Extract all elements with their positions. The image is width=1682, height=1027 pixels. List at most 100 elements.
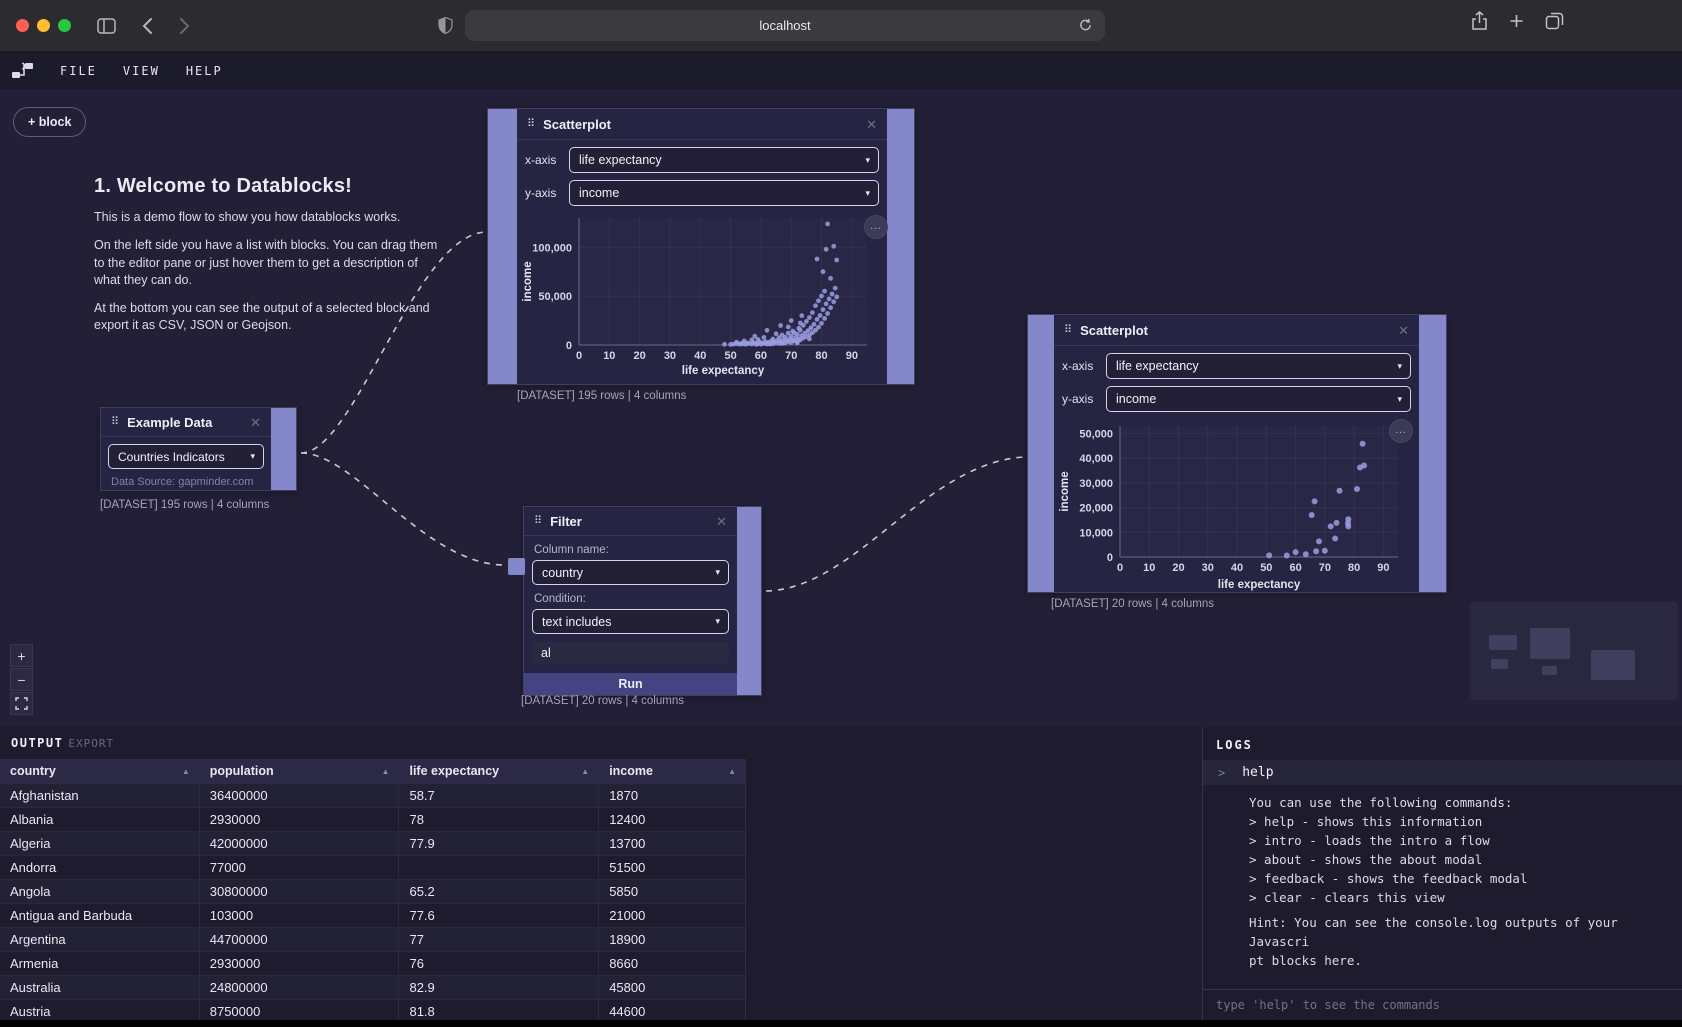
minimap-node	[1491, 659, 1508, 669]
share-icon[interactable]	[1471, 11, 1488, 36]
wire-exampledata-to-filter	[301, 453, 505, 565]
zoom-out-button[interactable]: −	[10, 668, 33, 691]
node-filter[interactable]: ⠿ Filter ✕ Column name: country ▾ Condit…	[523, 506, 762, 696]
dataset-select[interactable]: Countries Indicators ▾	[108, 444, 264, 469]
canvas-zoom-controls: + −	[10, 644, 33, 715]
table-row[interactable]: Algeria4200000077.913700	[0, 832, 745, 856]
table-row[interactable]: Afghanistan3640000058.71870	[0, 784, 745, 808]
table-row[interactable]: Australia2480000082.945800	[0, 976, 745, 1000]
node-title: Scatterplot	[543, 117, 866, 132]
column-select[interactable]: country ▾	[532, 560, 729, 585]
export-tab[interactable]: EXPORT	[68, 737, 114, 750]
column-header-life-expectancy[interactable]: life expectancy▲	[399, 759, 599, 783]
run-button[interactable]: Run	[524, 673, 737, 695]
close-window-button[interactable]	[16, 19, 29, 32]
y-axis-select[interactable]: income ▾	[1106, 386, 1411, 412]
drag-handle-icon[interactable]: ⠿	[111, 417, 119, 428]
table-row[interactable]: Antigua and Barbuda10300077.621000	[0, 904, 745, 928]
svg-text:0: 0	[1107, 552, 1113, 564]
input-handle[interactable]	[488, 109, 517, 384]
add-block-button[interactable]: + block	[13, 107, 86, 137]
x-axis-select[interactable]: life expectancy ▾	[569, 147, 879, 173]
column-header-country[interactable]: country▲	[0, 759, 200, 783]
svg-text:50: 50	[724, 350, 736, 362]
zoom-in-button[interactable]: +	[10, 644, 33, 667]
output-tab[interactable]: OUTPUT	[11, 736, 63, 750]
drag-handle-icon[interactable]: ⠿	[527, 119, 535, 130]
node-title: Scatterplot	[1080, 323, 1398, 338]
y-axis-select[interactable]: income ▾	[569, 180, 879, 206]
table-cell: 44700000	[200, 928, 400, 951]
scatter-chart: 010,00020,00030,00040,00050,000010203040…	[1056, 416, 1415, 597]
drag-handle-icon[interactable]: ⠿	[1064, 325, 1072, 336]
reload-icon[interactable]	[1078, 17, 1093, 36]
menu-help[interactable]: HELP	[186, 64, 223, 78]
table-cell: 2930000	[200, 952, 400, 975]
table-cell: 42000000	[200, 832, 400, 855]
privacy-shield-icon[interactable]	[438, 17, 453, 39]
node-header[interactable]: ⠿ Example Data ✕	[101, 408, 271, 437]
close-icon[interactable]: ✕	[716, 515, 727, 528]
more-options-button[interactable]: …	[1389, 419, 1413, 443]
node-header[interactable]: ⠿ Scatterplot ✕	[517, 109, 887, 140]
input-handle[interactable]	[1028, 315, 1054, 592]
new-tab-icon[interactable]	[1508, 11, 1525, 36]
node-scatterplot-1[interactable]: ⠿ Scatterplot ✕ x-axis life expectancy ▾…	[487, 108, 915, 385]
menu-file[interactable]: FILE	[60, 64, 97, 78]
node-example-data[interactable]: ⠿ Example Data ✕ Countries Indicators ▾ …	[100, 407, 297, 491]
logs-panel: LOGS > help You can use the following co…	[1202, 727, 1682, 1020]
svg-text:20,000: 20,000	[1079, 503, 1113, 515]
close-icon[interactable]: ✕	[250, 416, 261, 429]
output-handle[interactable]	[271, 408, 296, 490]
fit-view-button[interactable]	[10, 692, 33, 715]
table-cell: 13700	[599, 832, 745, 855]
condition-select[interactable]: text includes ▾	[532, 609, 729, 634]
output-handle[interactable]	[1419, 315, 1446, 592]
table-row[interactable]: Argentina447000007718900	[0, 928, 745, 952]
sidebar-toggle-icon[interactable]	[97, 18, 116, 34]
maximize-window-button[interactable]	[58, 19, 71, 32]
log-line: > feedback - shows the feedback modal	[1249, 869, 1672, 888]
column-header-income[interactable]: income▲	[599, 759, 745, 783]
logs-title: LOGS	[1203, 727, 1682, 760]
chevron-down-icon: ▾	[1397, 361, 1402, 372]
flow-editor-canvas[interactable]: + block 1. Welcome to Datablocks! This i…	[0, 91, 1682, 727]
table-cell: 21000	[599, 904, 745, 927]
node-header[interactable]: ⠿ Filter ✕	[524, 507, 737, 536]
table-cell: 77.6	[399, 904, 599, 927]
filter-text-input[interactable]: al	[532, 642, 729, 664]
minimap[interactable]	[1470, 602, 1678, 700]
table-row[interactable]: Armenia2930000768660	[0, 952, 745, 976]
output-handle[interactable]	[737, 507, 761, 695]
output-handle[interactable]	[887, 109, 914, 384]
x-axis-select[interactable]: life expectancy ▾	[1106, 353, 1411, 379]
table-row[interactable]: Albania29300007812400	[0, 808, 745, 832]
tabs-overview-icon[interactable]	[1545, 11, 1564, 36]
table-cell: 5850	[599, 880, 745, 903]
log-command-text: help	[1242, 765, 1273, 780]
column-header-population[interactable]: population▲	[200, 759, 400, 783]
log-command-input[interactable]	[1216, 998, 1647, 1012]
menu-view[interactable]: VIEW	[123, 64, 160, 78]
drag-handle-icon[interactable]: ⠿	[534, 516, 542, 527]
table-row[interactable]: Andorra7700051500	[0, 856, 745, 880]
table-cell: 45800	[599, 976, 745, 999]
table-cell: 77.9	[399, 832, 599, 855]
svg-text:70: 70	[785, 350, 797, 362]
node-header[interactable]: ⠿ Scatterplot ✕	[1054, 315, 1419, 346]
close-icon[interactable]: ✕	[866, 118, 877, 131]
close-icon[interactable]: ✕	[1398, 324, 1409, 337]
svg-text:90: 90	[846, 350, 858, 362]
input-handle[interactable]	[508, 558, 525, 575]
more-options-button[interactable]: …	[864, 215, 888, 239]
forward-button[interactable]	[179, 17, 190, 35]
datablocks-logo-icon[interactable]	[11, 61, 34, 80]
table-row[interactable]: Angola3080000065.25850	[0, 880, 745, 904]
address-bar[interactable]: localhost	[465, 10, 1105, 41]
node-scatterplot-2[interactable]: ⠿ Scatterplot ✕ x-axis life expectancy ▾…	[1027, 314, 1447, 593]
minimap-node	[1530, 628, 1570, 659]
minimize-window-button[interactable]	[37, 19, 50, 32]
x-axis-label: x-axis	[525, 153, 569, 167]
wire-filter-to-scatterplot2	[766, 457, 1024, 591]
back-button[interactable]	[142, 17, 153, 35]
